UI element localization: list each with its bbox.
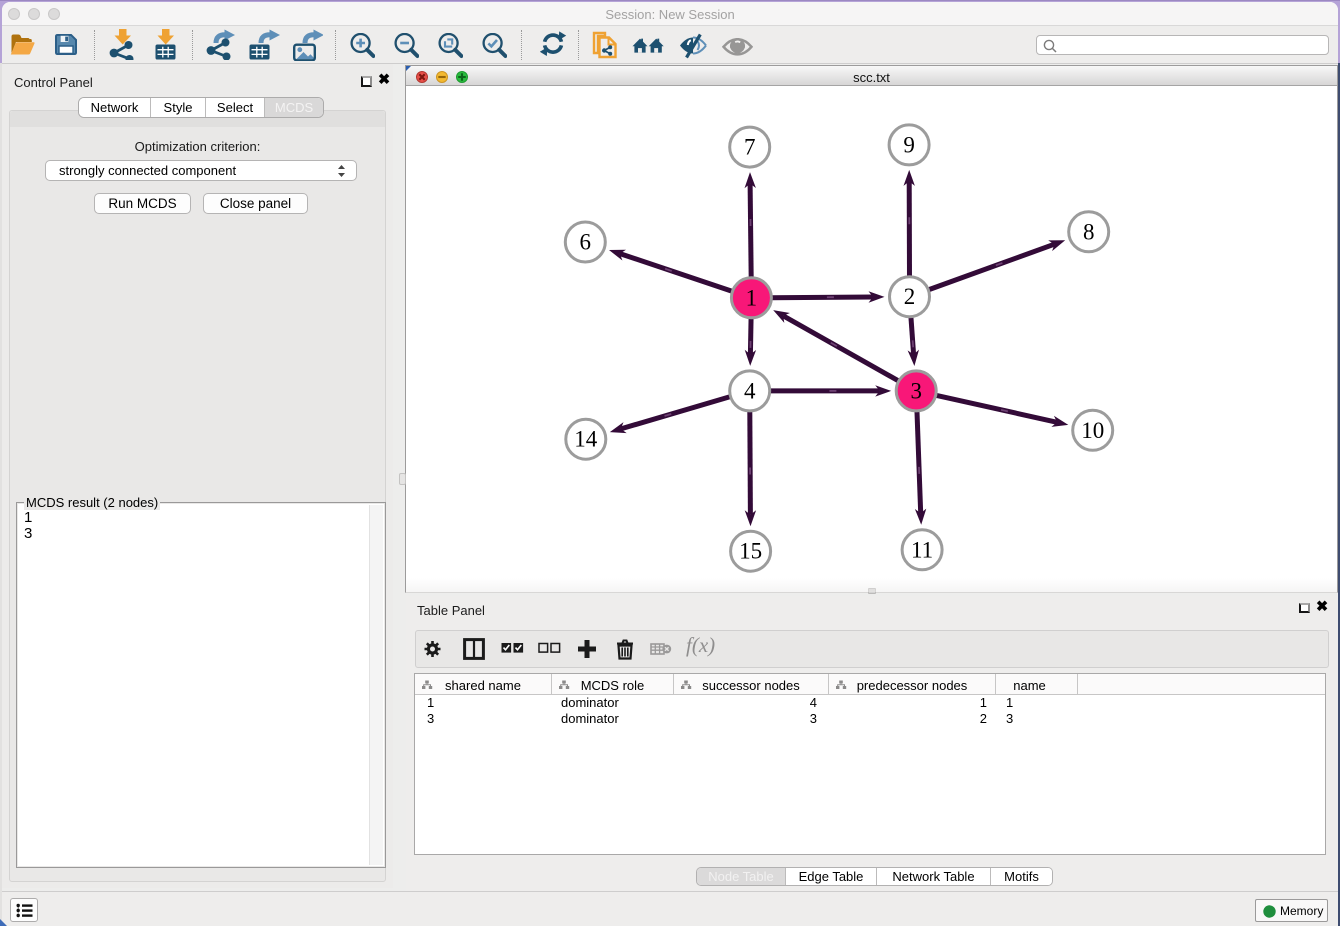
svg-text:1: 1 — [746, 285, 758, 310]
svg-text:6: 6 — [580, 230, 592, 255]
svg-text:3: 3 — [910, 378, 922, 403]
svg-text:11: 11 — [911, 537, 933, 562]
svg-text:4: 4 — [744, 378, 756, 403]
svg-text:14: 14 — [574, 427, 598, 452]
svg-text:10: 10 — [1081, 418, 1104, 443]
svg-text:2: 2 — [904, 284, 916, 309]
svg-text:15: 15 — [739, 539, 762, 564]
svg-text:8: 8 — [1083, 219, 1095, 244]
svg-text:7: 7 — [744, 135, 756, 160]
svg-text:9: 9 — [903, 132, 915, 157]
